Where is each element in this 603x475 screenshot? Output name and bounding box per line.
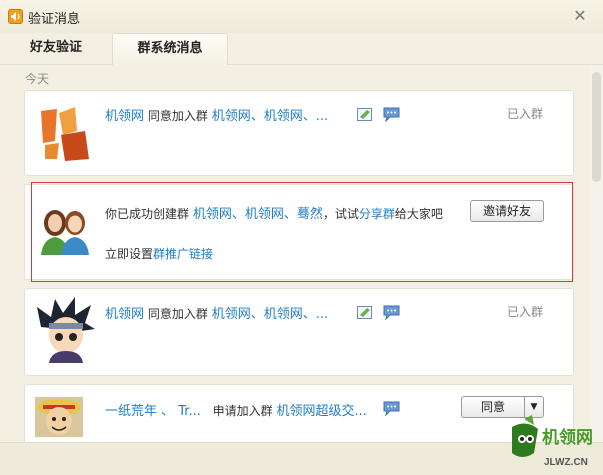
applicant-name-link[interactable]: 一纸荒年 、 Tr... bbox=[105, 404, 201, 419]
chat-icon[interactable] bbox=[383, 107, 400, 123]
action-text: 同意加入群 bbox=[147, 307, 208, 321]
window-title: 验证消息 bbox=[28, 12, 81, 27]
card-icon[interactable] bbox=[357, 107, 374, 122]
date-label: 今天 bbox=[25, 72, 50, 86]
close-icon: ✕ bbox=[573, 6, 587, 25]
chat-icon[interactable] bbox=[383, 305, 400, 321]
group-name-link[interactable]: 机领网、机领网、... bbox=[212, 109, 328, 124]
list-item: 机领网 同意加入群 机领网、机领网、... 已入群 bbox=[24, 90, 574, 176]
member-name-link[interactable]: 机领网 bbox=[105, 109, 144, 124]
list-item: 一纸荒年 、 Tr... 申请加入群 机领网超级交... 同意 ▼ bbox=[24, 384, 574, 442]
avatar bbox=[37, 101, 95, 163]
tab-bar: 好友验证 群系统消息 bbox=[0, 33, 603, 65]
member-name-link[interactable]: 机领网 bbox=[105, 307, 144, 322]
svg-text:JLWZ.CN: JLWZ.CN bbox=[544, 457, 588, 468]
tab-friend-verification[interactable]: 好友验证 bbox=[0, 33, 112, 65]
tab-group-system-messages[interactable]: 群系统消息 bbox=[112, 33, 228, 65]
group-name-link[interactable]: 机领网、机领网、... bbox=[212, 307, 328, 322]
watermark-logo: 机领网 JLWZ.CN bbox=[504, 413, 599, 473]
title-bar: 验证消息 ✕ bbox=[0, 0, 603, 33]
action-text: 申请加入群 bbox=[212, 404, 273, 418]
svg-text:机领网: 机领网 bbox=[542, 427, 593, 448]
group-name-link[interactable]: 机领网超级交... bbox=[277, 404, 367, 419]
status-badge: 已入群 bbox=[506, 107, 543, 121]
card-icon[interactable] bbox=[357, 305, 374, 320]
chevron-down-icon: ▼ bbox=[530, 402, 538, 412]
avatar bbox=[35, 397, 83, 437]
close-button[interactable]: ✕ bbox=[571, 7, 589, 25]
list-item: 机领网 同意加入群 机领网、机领网、... 已入群 bbox=[24, 288, 574, 376]
scroll-thumb[interactable] bbox=[592, 72, 601, 182]
speaker-icon bbox=[8, 9, 23, 24]
highlight-box bbox=[31, 182, 573, 282]
scrollbar[interactable] bbox=[590, 66, 603, 442]
status-badge: 已入群 bbox=[506, 305, 543, 319]
avatar bbox=[35, 297, 97, 363]
action-text: 同意加入群 bbox=[147, 109, 208, 123]
chat-icon[interactable] bbox=[383, 401, 400, 417]
